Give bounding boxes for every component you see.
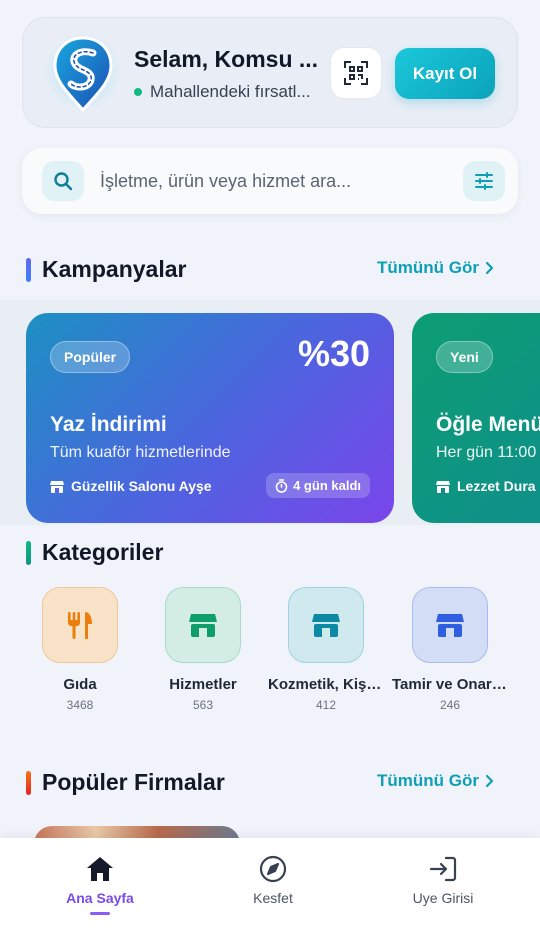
campaign-title: Yaz İndirimi (50, 413, 167, 436)
filter-button[interactable] (463, 161, 505, 201)
campaign-discount: %30 (297, 333, 370, 374)
nav-label: Kesfet (253, 890, 293, 906)
category-count: 412 (315, 698, 337, 712)
nav-item-home[interactable]: Ana Sayfa (40, 854, 160, 915)
category-count: 563 (192, 698, 214, 712)
search-button[interactable] (42, 161, 84, 201)
category-item-repair[interactable]: Tamir ve Onarım 246 (388, 587, 512, 712)
popular-firms-title: Popüler Firmalar (42, 769, 225, 795)
campaigns-heading: Kampanyalar (26, 256, 186, 283)
qr-scan-button[interactable] (330, 47, 382, 99)
timer-icon (275, 478, 288, 493)
compass-icon (259, 855, 287, 883)
campaigns-title: Kampanyalar (42, 256, 187, 282)
header-card: Selam, Komsu ... Mahallendeki fırsatl...… (22, 17, 518, 128)
category-icon-box (288, 587, 364, 663)
section-accent-bar (26, 770, 31, 795)
home-icon (87, 857, 113, 881)
search-icon (54, 172, 73, 191)
bottom-navigation: Ana Sayfa Kesfet Uye Girisi (0, 838, 540, 929)
campaign-shop: Güzellik Salonu Ayşe (50, 478, 212, 494)
campaign-description: Tüm kuaför hizmetlerinde (50, 444, 231, 461)
subtitle-text: Mahallendeki fırsatl... (150, 82, 311, 101)
qr-code-icon (344, 61, 368, 85)
category-name: Tamir ve Onarım (392, 676, 510, 693)
category-icon-box (165, 587, 241, 663)
category-item-cosmetics[interactable]: Kozmetik, Kişisel Bakım 412 (264, 587, 388, 712)
campaign-shop-name: Güzellik Salonu Ayşe (71, 478, 212, 494)
chevron-right-icon (485, 774, 494, 788)
campaign-shop-name: Lezzet Dura (457, 478, 536, 494)
category-item-services[interactable]: Hizmetler 563 (141, 587, 265, 712)
campaigns-see-all-link[interactable]: Tümünü Gör (377, 258, 494, 278)
section-accent-bar (26, 540, 31, 565)
chevron-right-icon (485, 261, 494, 275)
nav-item-login[interactable]: Uye Girisi (383, 854, 503, 906)
campaign-badge: Yeni (436, 341, 493, 373)
active-indicator (90, 912, 110, 915)
category-name: Hizmetler (169, 676, 237, 693)
campaign-shop: Lezzet Dura (436, 478, 536, 494)
sliders-icon (475, 172, 493, 190)
popular-firms-heading: Popüler Firmalar (26, 769, 225, 796)
category-icon-box (412, 587, 488, 663)
category-name: Gıda (63, 676, 97, 693)
categories-title: Kategoriler (42, 539, 164, 565)
login-icon (429, 856, 457, 882)
categories-heading: Kategoriler (26, 539, 163, 566)
campaign-badge: Popüler (50, 341, 131, 373)
register-button[interactable]: Kayıt Ol (395, 48, 495, 99)
category-item-food[interactable]: Gıda 3468 (18, 587, 142, 712)
store-icon (312, 614, 340, 637)
greeting-title: Selam, Komsu ... (134, 46, 319, 72)
time-left-text: 4 gün kaldı (293, 478, 361, 493)
category-count: 3468 (66, 698, 94, 712)
time-left-badge: 4 gün kaldı (266, 473, 370, 498)
store-icon (50, 480, 64, 493)
search-bar (22, 148, 518, 214)
campaign-description: Her gün 11:00 (436, 444, 537, 461)
see-all-label: Tümünü Gör (377, 258, 479, 277)
section-accent-bar (26, 257, 31, 282)
campaign-card[interactable]: Popüler %30 Yaz İndirimi Tüm kuaför hizm… (26, 313, 394, 523)
online-status-dot (134, 88, 142, 96)
store-icon (189, 614, 217, 637)
category-count: 246 (439, 698, 461, 712)
campaign-title: Öğle Menü (436, 413, 540, 436)
app-logo (43, 32, 123, 113)
nav-label: Ana Sayfa (66, 890, 134, 906)
nav-label: Uye Girisi (412, 890, 474, 906)
utensils-icon (68, 612, 92, 639)
category-icon-box (42, 587, 118, 663)
campaign-card[interactable]: Yeni Öğle Menü Her gün 11:00 Lezzet Dura (412, 313, 540, 523)
campaign-carousel[interactable]: Popüler %30 Yaz İndirimi Tüm kuaför hizm… (0, 300, 540, 525)
nav-item-explore[interactable]: Kesfet (213, 854, 333, 906)
greeting-subtitle: Mahallendeki fırsatl... (134, 82, 324, 102)
category-name: Kozmetik, Kişisel Bakım (268, 676, 388, 693)
store-icon (436, 480, 450, 493)
firms-see-all-link[interactable]: Tümünü Gör (377, 771, 494, 791)
search-input[interactable] (100, 162, 450, 200)
store-icon (436, 614, 464, 637)
see-all-label: Tümünü Gör (377, 771, 479, 790)
